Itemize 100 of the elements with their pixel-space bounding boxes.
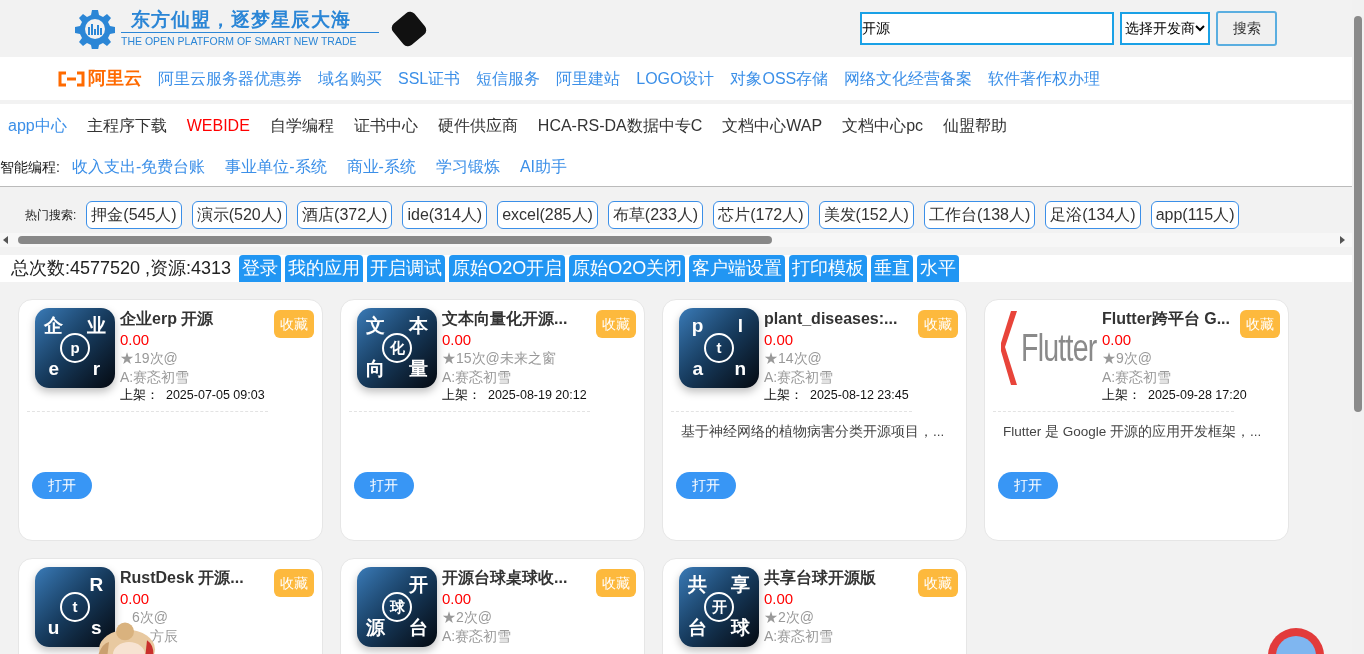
open-button[interactable]: 打开 xyxy=(32,472,92,499)
promo-link[interactable]: 阿里云服务器优惠券 xyxy=(158,66,302,91)
author: A:赛忞初雪 xyxy=(442,627,513,646)
app-description: 基于神经网络的植物病害分类开源项目，... xyxy=(680,423,946,441)
search-button[interactable]: 搜索 xyxy=(1216,11,1277,46)
promo-link[interactable]: 阿里建站 xyxy=(556,66,621,91)
action-button[interactable]: 原始O2O开启 xyxy=(449,255,566,282)
app-title: 开源台球桌球收... xyxy=(442,568,568,588)
tagline: THE OPEN PLATFORM OF SMART NEW TRADE xyxy=(121,34,358,49)
app-icon: 文 本 化 向 量 xyxy=(357,308,437,388)
emblem-icon xyxy=(1266,626,1326,654)
hot-tag[interactable]: 酒店(372人) xyxy=(297,201,393,229)
flutter-logo: Flutter xyxy=(1001,308,1097,388)
slogan: 东方仙盟，逐梦星辰大海 xyxy=(130,8,352,32)
nav-link[interactable]: app中心 xyxy=(8,114,67,138)
nav-link[interactable]: 文档中心WAP xyxy=(722,114,823,138)
hot-tag[interactable]: app(115人) xyxy=(1150,201,1240,229)
price: 0.00 xyxy=(442,330,473,349)
hot-search-label: 热门搜索: xyxy=(25,207,77,224)
view-count: ★19次@ xyxy=(120,349,179,368)
bracket-icon xyxy=(58,70,85,87)
action-button[interactable]: 开启调试 xyxy=(367,255,446,282)
nav-link[interactable]: 自学编程 xyxy=(269,114,334,138)
publish-date: 上架： 2025-08-19 20:12 xyxy=(442,387,588,404)
hot-tag[interactable]: 足浴(134人) xyxy=(1045,201,1141,229)
price: 0.00 xyxy=(120,589,151,608)
action-button[interactable]: 水平 xyxy=(917,255,960,282)
action-button[interactable]: 原始O2O关闭 xyxy=(569,255,686,282)
nav-link[interactable]: 证书中心 xyxy=(353,114,418,138)
chevron-down-icon xyxy=(1195,25,1205,32)
gear-icon xyxy=(75,8,115,49)
nav-link[interactable]: 主程序下载 xyxy=(86,114,167,138)
view-count: ★9次@ xyxy=(1102,349,1153,368)
author: A:赛忞初雪 xyxy=(1102,368,1173,387)
publish-date: 上架： 2025-08-12 23:45 xyxy=(764,387,910,404)
price: 0.00 xyxy=(442,589,473,608)
promo-link[interactable]: 域名购买 xyxy=(318,66,382,91)
app-title: 企业erp 开源 xyxy=(120,309,214,329)
app-title: 文本向量化开源... xyxy=(442,309,568,329)
view-count: ★14次@ xyxy=(764,349,823,368)
publish-date: 上架： 2025-07-05 09:03 xyxy=(120,387,266,404)
open-button[interactable]: 打开 xyxy=(998,472,1058,499)
hot-tag[interactable]: 押金(545人) xyxy=(86,201,182,229)
publish-date: 上架： 2025-09-28 17:20 xyxy=(1102,387,1248,404)
search-field[interactable]: 开源 xyxy=(860,12,1114,45)
nav-link[interactable]: WEBIDE xyxy=(186,114,250,138)
app-title: 共享台球开源版 xyxy=(764,568,876,588)
app-icon: R t u s xyxy=(35,567,115,647)
promo-link[interactable]: LOGO设计 xyxy=(636,66,715,91)
app-icon: 企 业 p e r xyxy=(35,308,115,388)
open-button[interactable]: 打开 xyxy=(354,472,414,499)
action-button[interactable]: 登录 xyxy=(239,255,282,282)
view-count: ★2次@ xyxy=(764,608,815,627)
nav-link[interactable]: HCA-RS-DA数据中专C xyxy=(537,114,703,138)
hot-tag[interactable]: 芯片(172人) xyxy=(713,201,809,229)
action-button[interactable]: 垂直 xyxy=(871,255,914,282)
author: A:赛忞初雪 xyxy=(120,368,191,387)
app-icon: 开 球 源 台 xyxy=(357,567,437,647)
horizontal-scrollbar[interactable] xyxy=(0,233,1352,247)
hot-tag[interactable]: 布草(233人) xyxy=(607,201,704,229)
vendor-select[interactable]: 选择开发商 xyxy=(1120,12,1210,45)
hot-tag[interactable]: 工作台(138人) xyxy=(923,201,1036,229)
smart-link[interactable]: 事业单位-系统 xyxy=(225,155,327,179)
promo-link[interactable]: SSL证书 xyxy=(398,66,461,91)
hot-tag[interactable]: ide(314人) xyxy=(402,201,488,229)
author: A:赛忞初雪 xyxy=(442,368,513,387)
view-count: 6次@ xyxy=(131,608,169,627)
aliyun-logo: 阿里云 xyxy=(58,65,142,92)
smart-link[interactable]: AI助手 xyxy=(519,155,567,179)
app-description: Flutter 是 Google 开源的应用开发框架，... xyxy=(1002,423,1263,441)
price: 0.00 xyxy=(120,330,151,349)
nav-link[interactable]: 硬件供应商 xyxy=(437,114,518,138)
nav-link[interactable]: 文档中心pc xyxy=(842,114,924,138)
hot-tag[interactable]: excel(285人) xyxy=(497,201,598,229)
promo-link[interactable]: 对象OSS存储 xyxy=(730,66,829,91)
section-label: 智能编程: xyxy=(0,157,60,177)
action-button[interactable]: 我的应用 xyxy=(285,255,364,282)
hot-tag[interactable]: 演示(520人) xyxy=(191,201,288,229)
open-button[interactable]: 打开 xyxy=(676,472,736,499)
promo-link[interactable]: 网络文化经营备案 xyxy=(844,66,973,91)
price: 0.00 xyxy=(1102,330,1133,349)
author: A:赛忞初雪 xyxy=(764,627,835,646)
action-button[interactable]: 打印模板 xyxy=(789,255,868,282)
smart-link[interactable]: 学习锻炼 xyxy=(435,155,500,179)
hot-tag[interactable]: 美发(152人) xyxy=(818,201,914,229)
app-title: RustDesk 开源... xyxy=(120,568,244,588)
promo-link[interactable]: 短信服务 xyxy=(476,66,541,91)
action-button[interactable]: 客户端设置 xyxy=(689,255,786,282)
smart-link[interactable]: 商业-系统 xyxy=(346,155,416,179)
smart-link[interactable]: 收入支出-免费台账 xyxy=(71,155,206,179)
nav-link[interactable]: 仙盟帮助 xyxy=(943,114,1008,138)
promo-link[interactable]: 软件著作权办理 xyxy=(988,66,1101,91)
app-title: plant_diseases:... xyxy=(764,309,898,329)
price: 0.00 xyxy=(764,589,795,608)
app-icon: 共 享 开 台 球 xyxy=(679,567,759,647)
app-title: Flutter跨平台 G... xyxy=(1102,309,1230,329)
total-stats: 总次数:4577520 ,资源:4313 xyxy=(11,257,232,280)
view-count: ★15次@未来之窗 xyxy=(442,349,557,368)
app-icon: p l t a n xyxy=(679,308,759,388)
author: A:赛忞初雪 xyxy=(764,368,835,387)
